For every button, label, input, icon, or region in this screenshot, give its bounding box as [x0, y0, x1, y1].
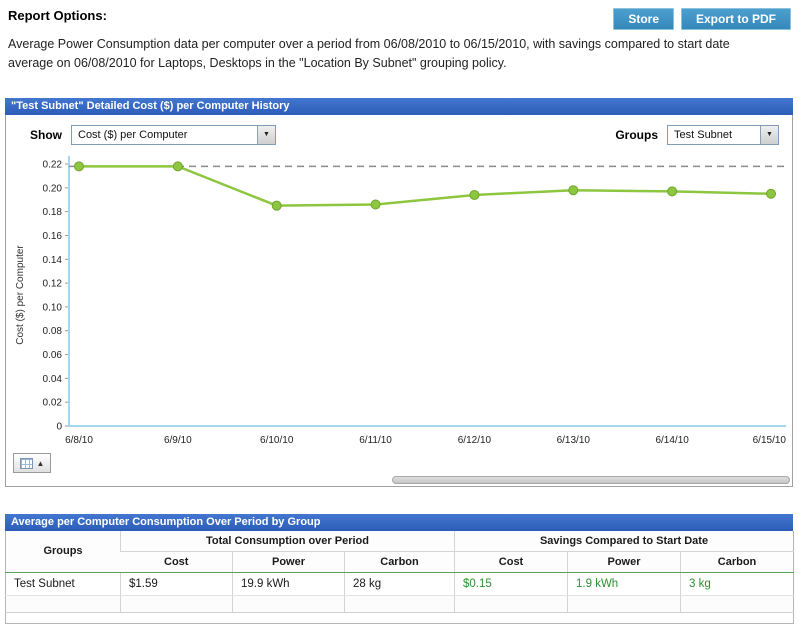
- table-section-header: Average per Computer Consumption Over Pe…: [5, 514, 793, 531]
- export-to-pdf-button[interactable]: Export to PDF: [681, 8, 791, 30]
- svg-text:6/9/10: 6/9/10: [164, 435, 192, 446]
- table-section-title: Average per Computer Consumption Over Pe…: [11, 516, 320, 528]
- svg-text:6/11/10: 6/11/10: [359, 435, 392, 446]
- groups-select-value: Test Subnet: [668, 129, 760, 141]
- total-cost-cell: $1.59: [121, 572, 233, 595]
- table-header-row-metrics: Cost Power Carbon Cost Power Carbon: [6, 551, 794, 572]
- svg-text:Cost ($) per Computer: Cost ($) per Computer: [15, 244, 26, 344]
- show-data-table-button[interactable]: ▲: [13, 453, 51, 473]
- svg-text:6/14/10: 6/14/10: [655, 435, 689, 446]
- svg-text:0.06: 0.06: [43, 350, 63, 361]
- table-row-empty: [6, 595, 794, 612]
- total-carbon-header: Carbon: [345, 551, 455, 572]
- svg-text:0.20: 0.20: [43, 183, 63, 194]
- table-bottom-strip: [6, 612, 794, 623]
- svg-text:0.02: 0.02: [43, 397, 63, 408]
- svg-text:6/15/10: 6/15/10: [753, 435, 787, 446]
- table-icon: [20, 458, 33, 469]
- report-page: Report Options: Store Export to PDF Aver…: [0, 0, 798, 624]
- chevron-down-icon[interactable]: ▼: [257, 126, 275, 144]
- report-options-area: Report Options: Store Export to PDF Aver…: [5, 8, 793, 74]
- svg-text:0.10: 0.10: [43, 302, 63, 313]
- chevron-down-icon[interactable]: ▼: [760, 126, 778, 144]
- table-header-row-groups: Groups Total Consumption over Period Sav…: [6, 531, 794, 552]
- svg-text:0.14: 0.14: [43, 255, 63, 266]
- total-carbon-cell: 28 kg: [345, 572, 455, 595]
- total-cost-header: Cost: [121, 551, 233, 572]
- svg-text:0.16: 0.16: [43, 231, 63, 242]
- svg-text:0.08: 0.08: [43, 326, 63, 337]
- groups-column-header: Groups: [6, 531, 121, 573]
- savings-header: Savings Compared to Start Date: [455, 531, 794, 552]
- savings-cost-cell: $0.15: [455, 572, 568, 595]
- consumption-summary-table: Groups Total Consumption over Period Sav…: [5, 531, 794, 624]
- cost-per-computer-line-chart: 0 0.02 0.04 0.06 0.08 0.10 0.12 0.14 0.16 0.18 0.2…: [7, 150, 793, 452]
- report-description: Average Power Consumption data per compu…: [8, 35, 750, 74]
- savings-carbon-header: Carbon: [681, 551, 794, 572]
- show-label: Show: [30, 128, 62, 142]
- store-button[interactable]: Store: [613, 8, 674, 30]
- svg-text:0: 0: [56, 421, 62, 432]
- svg-text:0.22: 0.22: [43, 159, 63, 170]
- chart-horizontal-scrollbar[interactable]: [392, 476, 790, 484]
- chart-section-header: "Test Subnet" Detailed Cost ($) per Comp…: [5, 98, 793, 115]
- chart-footer-controls: ▲: [13, 453, 51, 474]
- triangle-up-icon: ▲: [37, 459, 45, 468]
- groups-label: Groups: [615, 128, 658, 142]
- svg-text:6/10/10: 6/10/10: [260, 435, 294, 446]
- chart-panel: Show Cost ($) per Computer ▼ Groups Test…: [5, 115, 793, 487]
- chart-controls: Show Cost ($) per Computer ▼ Groups Test…: [6, 124, 792, 146]
- savings-cost-header: Cost: [455, 551, 568, 572]
- show-select[interactable]: Cost ($) per Computer ▼: [71, 125, 276, 145]
- table-row: Test Subnet $1.59 19.9 kWh 28 kg $0.15 1…: [6, 572, 794, 595]
- show-select-value: Cost ($) per Computer: [72, 129, 257, 141]
- svg-text:6/13/10: 6/13/10: [557, 435, 591, 446]
- total-power-header: Power: [233, 551, 345, 572]
- total-consumption-header: Total Consumption over Period: [121, 531, 455, 552]
- savings-power-header: Power: [568, 551, 681, 572]
- svg-text:0.12: 0.12: [43, 278, 63, 289]
- svg-text:6/12/10: 6/12/10: [458, 435, 492, 446]
- svg-text:0.04: 0.04: [43, 374, 63, 385]
- top-action-buttons: Store Export to PDF: [613, 8, 791, 30]
- total-power-cell: 19.9 kWh: [233, 572, 345, 595]
- group-name-cell: Test Subnet: [6, 572, 121, 595]
- savings-power-cell: 1.9 kWh: [568, 572, 681, 595]
- svg-text:0.18: 0.18: [43, 207, 63, 218]
- savings-carbon-cell: 3 kg: [681, 572, 794, 595]
- chart-section-title: "Test Subnet" Detailed Cost ($) per Comp…: [11, 100, 290, 112]
- svg-text:6/8/10: 6/8/10: [65, 435, 93, 446]
- groups-select[interactable]: Test Subnet ▼: [667, 125, 779, 145]
